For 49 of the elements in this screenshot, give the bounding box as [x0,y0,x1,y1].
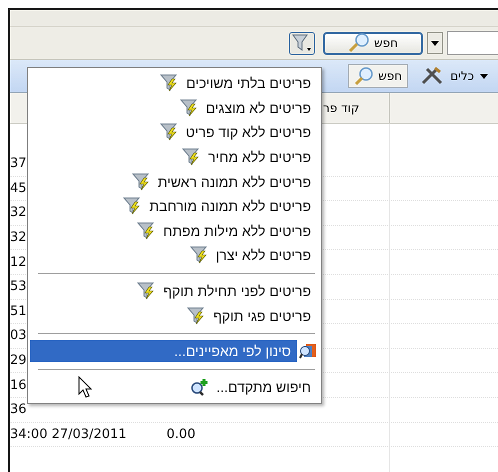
filter-icon [182,148,200,166]
table-cell: 53 [10,279,27,294]
tools-icon [420,66,444,86]
search-plus-icon [190,378,208,396]
filter-icon [180,98,198,117]
table-cell: 32 [10,205,27,220]
search-button[interactable]: חפש [323,32,423,54]
filter-icon [187,306,206,325]
table-cell: 34:00 27/03/2011 [10,426,127,442]
table-cell: 37 [10,156,27,172]
tools-button[interactable]: כלים [416,63,492,89]
search-filter-icon [299,342,317,360]
mouse-pointer-icon [78,376,92,398]
table-cell: 16 [10,378,27,393]
filter-icon [137,222,156,240]
menu-item[interactable]: פריטים פגי תוקף [30,303,319,328]
table-cell: 51 [10,304,27,319]
caret-icon [480,74,488,78]
table-cell: 0.00 [166,426,196,442]
search-icon [348,33,370,53]
menu-item[interactable]: פריטים ללא תמונה מורחבת [30,194,319,219]
filter-icon [137,282,156,300]
combo-field[interactable] [447,31,498,55]
search-icon [354,67,374,85]
table-cell: 29 [10,353,27,368]
filter-icon [123,197,142,216]
menu-item[interactable]: פריטים ללא מילות מפתח [30,218,319,244]
caret-icon [431,40,439,46]
search-button[interactable]: חפש [348,64,408,88]
menu-item[interactable]: פריטים בלתי משויכים [30,71,319,96]
menu-item[interactable]: פריטים ללא קוד פריט [30,120,319,145]
menu-item[interactable]: חיפוש מתקדם... [30,374,319,400]
filter-icon [132,172,150,191]
menu-item[interactable]: פריטים ללא תמונה ראשית [30,169,319,194]
filter-icon [160,74,178,92]
menu-item[interactable]: פריטים ללא מחיר [30,144,319,170]
menu-item[interactable]: פריטים לא מוצגים [30,96,319,120]
table-cell: 12 [10,254,27,270]
menu-item[interactable]: פריטים ללא יצרן [30,243,319,268]
menu-item[interactable]: פריטים לפני תחילת תוקף [30,278,319,304]
filter-icon [190,246,208,264]
filter-icon [160,123,178,142]
column-header[interactable]: קוד פר [323,93,390,123]
dropdown-button[interactable] [427,32,443,54]
table-cell: 03 [10,328,27,344]
table-cell: 36 [10,402,27,418]
filter-button[interactable] [289,32,315,54]
table-cell: 32 [10,230,27,246]
table-cell: 45 [10,180,27,196]
